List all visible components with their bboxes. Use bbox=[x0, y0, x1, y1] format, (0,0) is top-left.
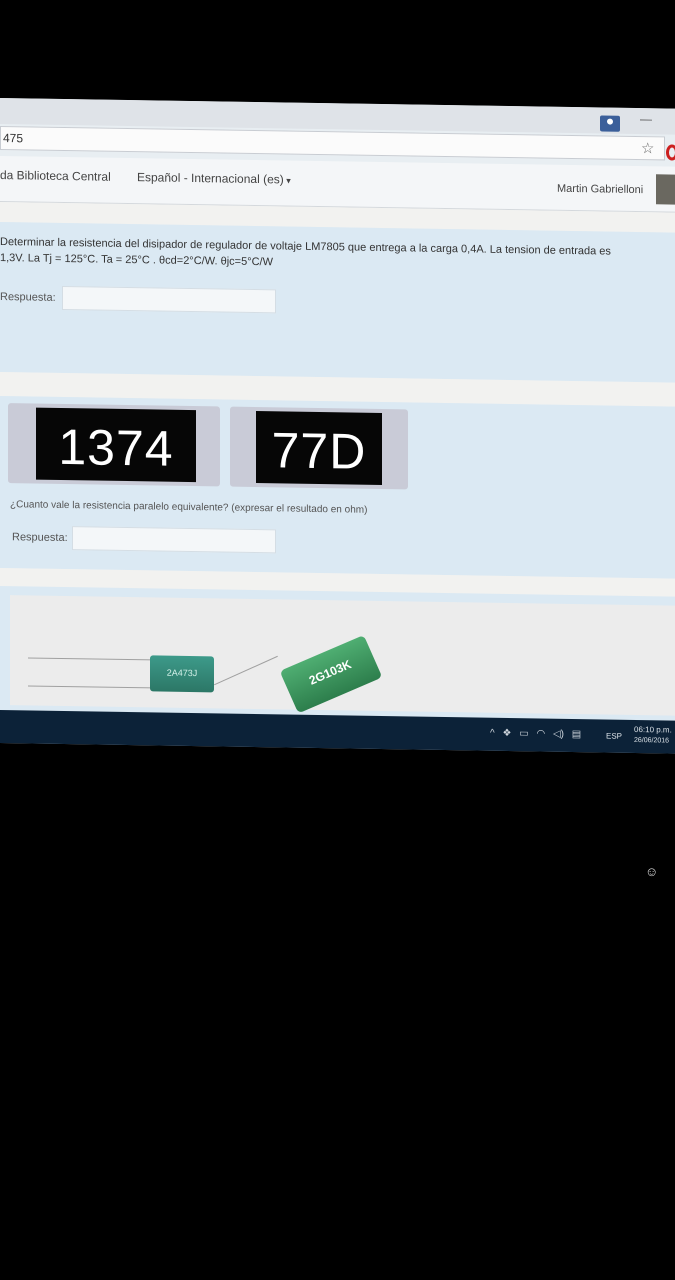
clock-date[interactable]: 26/06/2016 bbox=[634, 737, 669, 745]
language-menu[interactable]: Español - Internacional (es) bbox=[137, 170, 291, 186]
library-link[interactable]: da Biblioteca Central bbox=[0, 168, 111, 184]
answer-input-1[interactable] bbox=[62, 285, 276, 314]
chevron-up-icon[interactable]: ^ bbox=[490, 728, 495, 739]
resistor-image-2: 77D bbox=[230, 406, 408, 490]
volume-icon[interactable]: ◁) bbox=[553, 729, 564, 740]
address-text: 475 bbox=[3, 131, 24, 146]
avatar[interactable] bbox=[656, 174, 675, 205]
resistor-code-2: 77D bbox=[271, 422, 367, 480]
minimize-button[interactable]: — bbox=[640, 112, 652, 126]
input-language[interactable]: ESP bbox=[606, 732, 622, 741]
battery-icon[interactable]: ▭ bbox=[519, 728, 528, 739]
phone-overlay-icon: ☺ bbox=[645, 864, 659, 879]
system-tray: ^ ❖ ▭ ◠ ◁) ▤ bbox=[490, 728, 586, 741]
resistor-image-1: 1374 bbox=[8, 403, 220, 487]
answer-label: Respuesta: bbox=[12, 531, 68, 545]
question-1: Determinar la resistencia del disipador … bbox=[0, 222, 675, 383]
profile-icon[interactable] bbox=[600, 115, 620, 132]
resistor-code-1: 1374 bbox=[58, 418, 174, 477]
capacitor-image-1: 2A473J bbox=[150, 655, 214, 693]
user-name[interactable]: Martin Gabrielloni bbox=[557, 183, 643, 196]
capacitor-code-1: 2A473J bbox=[166, 667, 198, 679]
dropbox-icon[interactable]: ❖ bbox=[502, 728, 511, 739]
monitor-screen: — 475 ☆ da Biblioteca Central Español - … bbox=[0, 98, 675, 754]
opera-icon[interactable] bbox=[666, 144, 675, 161]
clock-time[interactable]: 06:10 p.m. bbox=[634, 725, 672, 735]
wifi-icon[interactable]: ◠ bbox=[536, 728, 545, 739]
answer-label: Respuesta: bbox=[0, 291, 56, 304]
notification-icon[interactable]: ▤ bbox=[572, 729, 581, 740]
answer-input-2[interactable] bbox=[72, 526, 276, 554]
bookmark-star-icon[interactable]: ☆ bbox=[641, 139, 654, 157]
